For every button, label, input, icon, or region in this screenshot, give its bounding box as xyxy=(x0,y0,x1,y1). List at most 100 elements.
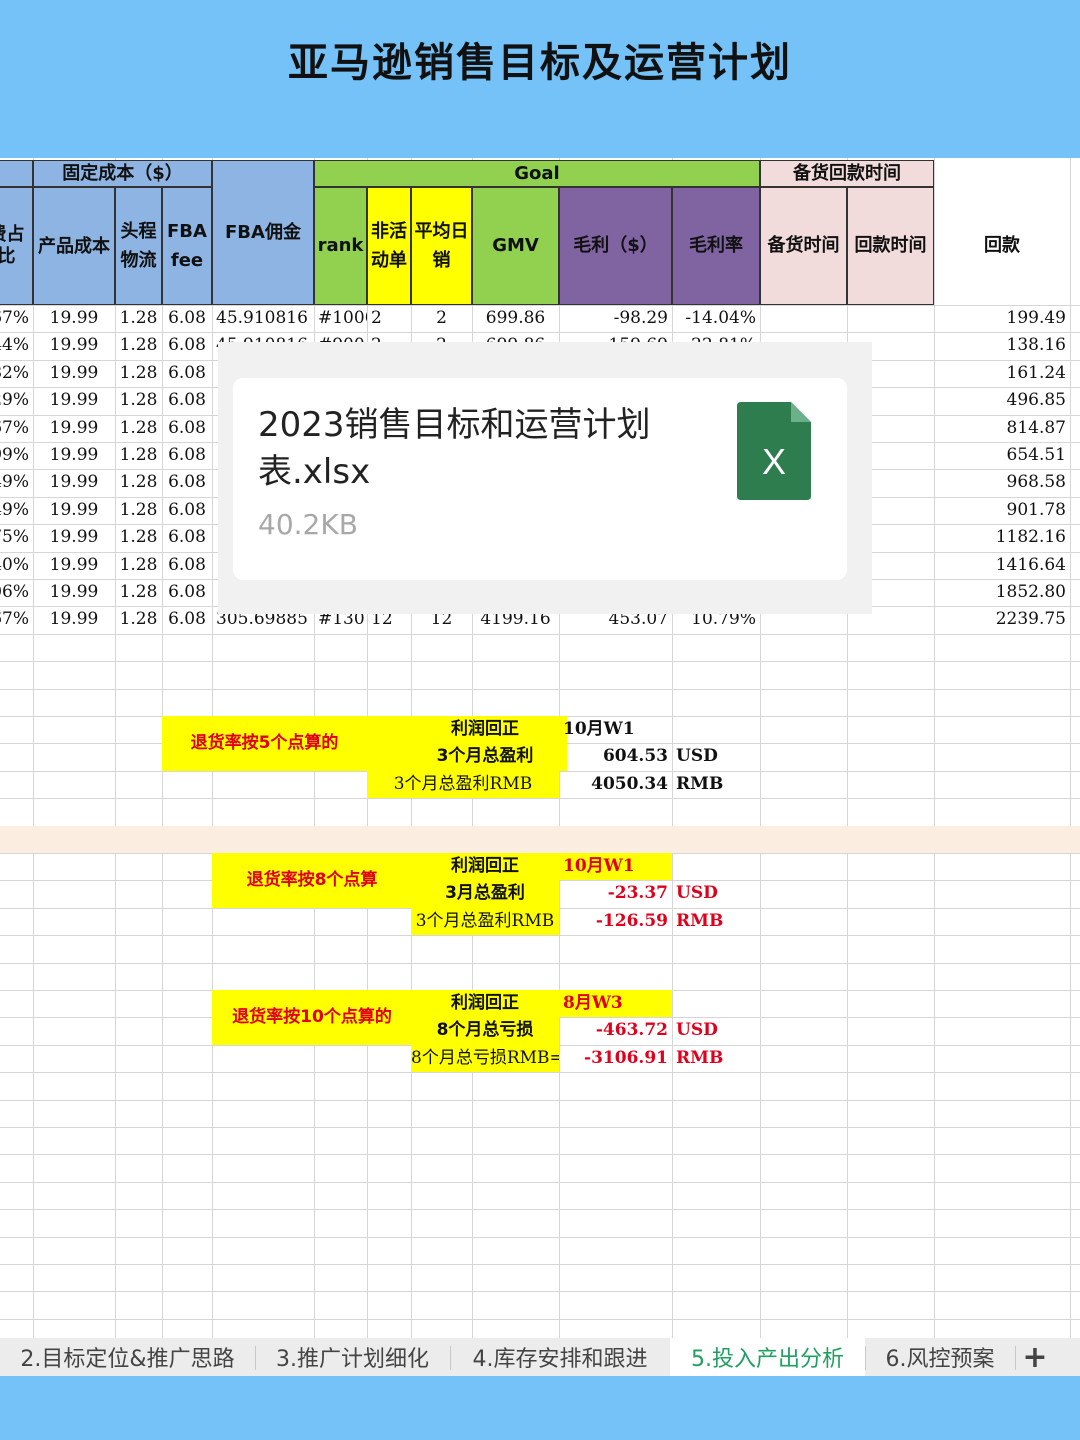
excel-file-icon[interactable]: X xyxy=(737,402,811,500)
cell-daily-sales: 2 xyxy=(436,308,447,328)
header-gross-profit: 毛利（$） xyxy=(559,187,672,305)
cell-product-cost: 19.99 xyxy=(49,362,99,383)
sheet-tab-6[interactable]: 6.风控预案 xyxy=(865,1338,1015,1376)
cell-product-cost: 19.99 xyxy=(49,609,99,630)
cell-gross-profit: -98.29 xyxy=(613,308,668,328)
cell-ratio: 82% xyxy=(0,362,29,383)
header-gmv: GMV xyxy=(472,187,559,305)
gridline xyxy=(0,1264,1080,1265)
cell-freight: 1.28 xyxy=(119,417,158,438)
scenario-rmb-value: 4050.34 xyxy=(591,773,668,794)
cell-product-cost: 19.99 xyxy=(49,554,99,575)
header-goal: Goal xyxy=(314,160,760,187)
cell-payback: 1416.64 xyxy=(995,554,1066,575)
cell-product-cost: 19.99 xyxy=(49,472,99,493)
cell-fba-fee: 6.08 xyxy=(168,445,206,465)
gridline xyxy=(0,661,1080,663)
spreadsheet[interactable]: 固定成本（$） Goal备货回款时间费占比产品成本头程物流FBA feeFBA佣金… xyxy=(0,158,1080,1338)
cell-payback: 654.51 xyxy=(1006,445,1066,465)
cell-fba-fee: 6.08 xyxy=(168,390,206,411)
gridline xyxy=(0,798,1080,800)
gridline xyxy=(0,1127,1080,1128)
cell-ratio: 67% xyxy=(0,417,29,438)
cell-payback: 814.87 xyxy=(1006,417,1066,438)
scenario-profit-unit: USD xyxy=(676,883,718,904)
cell-payback: 199.49 xyxy=(1006,308,1066,328)
cell-fba-fee: 6.08 xyxy=(168,554,206,575)
header-fixed-cost: 固定成本（$） xyxy=(33,160,212,187)
scenario-breakeven-label: 利润回正 xyxy=(451,993,519,1013)
scenario-label-text: 退货率按10个点算的 xyxy=(232,1007,392,1027)
scenario-breakeven-value: 10月W1 xyxy=(563,719,635,739)
cell-freight: 1.28 xyxy=(119,527,158,548)
cell-fba-fee: 6.08 xyxy=(168,609,206,630)
scenario-rmb-unit: RMB xyxy=(676,1047,724,1068)
gridline xyxy=(0,1154,1080,1156)
cell-fba-fee: 6.08 xyxy=(168,335,206,356)
gridline xyxy=(0,1236,1080,1238)
cell-freight: 1.28 xyxy=(119,390,158,411)
header-fba-fee: FBA fee xyxy=(162,187,212,305)
sheet-tab-4[interactable]: 4.库存安排和跟进 xyxy=(450,1338,670,1376)
scenario-label-text: 退货率按5个点算的 xyxy=(190,733,339,753)
header-first-leg: 头程物流 xyxy=(115,187,162,305)
cell-product-cost: 19.99 xyxy=(49,499,99,520)
cell-freight: 1.28 xyxy=(119,582,158,602)
cell-freight: 1.28 xyxy=(119,499,158,520)
scenario-breakeven-value: 8月W3 xyxy=(559,990,672,1017)
sheet-tab-3[interactable]: 3.推广计划细化 xyxy=(255,1338,450,1376)
scenario-rmb-unit: RMB xyxy=(676,773,724,794)
cell-freight: 1.28 xyxy=(119,609,158,630)
scenario-profit-label: 3月总盈利 xyxy=(445,883,525,904)
sheet-tab-5[interactable]: 5.投入产出分析 xyxy=(670,1338,865,1376)
cell-fba-fee: 6.08 xyxy=(168,362,206,383)
cell-ratio: 49% xyxy=(0,499,29,520)
gridline xyxy=(0,633,1080,635)
cell-ratio: 06% xyxy=(0,582,29,602)
cell-fba-fee: 6.08 xyxy=(168,499,206,520)
highlight-row xyxy=(0,826,1080,853)
cell-freight: 1.28 xyxy=(119,308,158,328)
cell-product-cost: 19.99 xyxy=(49,308,99,328)
cell-freight: 1.28 xyxy=(119,472,158,493)
bottom-banner xyxy=(0,1376,1080,1440)
cell-gross-margin: -14.04% xyxy=(685,308,756,328)
gridline xyxy=(0,1099,1080,1101)
file-name[interactable]: 2023销售目标和运营计划表.xlsx xyxy=(258,402,698,496)
cell-payback: 161.24 xyxy=(1006,362,1066,383)
cell-gmv: 699.86 xyxy=(485,308,546,328)
cell-ratio: 67% xyxy=(0,609,29,630)
sheet-tab-2[interactable]: 2.目标定位&推广思路 xyxy=(0,1338,255,1376)
gridline xyxy=(1070,158,1071,1338)
gridline xyxy=(0,1181,1080,1183)
scenario-profit-unit: USD xyxy=(676,1020,718,1041)
scenario-rmb-label: 8个月总亏损RMB= xyxy=(411,1044,559,1072)
cell-freight: 1.28 xyxy=(119,445,158,465)
header-payback: 回款 xyxy=(984,235,1020,256)
gridline xyxy=(847,158,848,1338)
cell-payback: 2239.75 xyxy=(995,609,1066,630)
add-sheet-button[interactable]: + xyxy=(1015,1338,1055,1376)
gridline xyxy=(0,688,1080,690)
cell-rank: #1000 xyxy=(318,308,367,328)
cell-product-cost: 19.99 xyxy=(49,390,99,411)
cell-payback: 1852.80 xyxy=(995,582,1066,602)
header-product-cost: 产品成本 xyxy=(33,187,115,305)
cell-commission: 45.910816 xyxy=(216,308,308,328)
scenario-profit-value: 604.53 xyxy=(602,746,668,767)
cell-ratio: 49% xyxy=(0,472,29,493)
file-size: 40.2KB xyxy=(258,508,358,541)
cell-ratio: 75% xyxy=(0,527,29,548)
header-rank: rank xyxy=(314,187,367,305)
cell-ratio: 40% xyxy=(0,554,29,575)
gridline xyxy=(0,1291,1080,1293)
gridline xyxy=(0,1209,1080,1211)
scenario-rmb-unit: RMB xyxy=(676,910,724,931)
cell-freight: 1.28 xyxy=(119,554,158,575)
scenario-profit-value: -23.37 xyxy=(607,883,668,904)
cell-ratio: 44% xyxy=(0,335,29,356)
header-blank xyxy=(0,160,33,187)
header-avg-daily-sales: 平均日销 xyxy=(411,187,472,305)
scenario-rmb-value: -126.59 xyxy=(595,910,668,931)
scenario-label-text: 退货率按8个点算 xyxy=(246,870,378,890)
